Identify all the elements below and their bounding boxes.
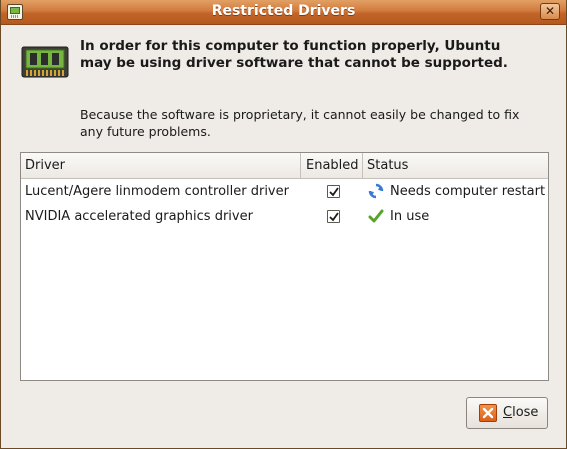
- table-header: Driver Enabled Status: [21, 153, 548, 179]
- close-icon: [479, 404, 497, 422]
- drivers-table: Driver Enabled Status Lucent/Agere linmo…: [20, 152, 549, 381]
- title-bar[interactable]: Restricted Drivers ✕: [1, 0, 566, 25]
- driver-status: Needs computer restart: [390, 184, 546, 199]
- driver-name: NVIDIA accelerated graphics driver: [25, 209, 253, 224]
- close-button[interactable]: Close: [466, 397, 548, 429]
- driver-status: In use: [390, 209, 430, 224]
- column-header-status[interactable]: Status: [363, 153, 548, 178]
- column-header-enabled[interactable]: Enabled: [301, 153, 363, 178]
- checkmark-icon: [368, 209, 384, 223]
- refresh-icon: [368, 183, 384, 199]
- column-header-driver[interactable]: Driver: [21, 153, 301, 178]
- driver-name: Lucent/Agere linmodem controller driver: [25, 184, 289, 199]
- table-row[interactable]: Lucent/Agere linmodem controller driver …: [21, 179, 548, 204]
- restricted-drivers-dialog: Restricted Drivers ✕ In order for this c…: [0, 0, 567, 449]
- window-close-button[interactable]: ✕: [540, 3, 560, 20]
- enabled-checkbox[interactable]: [327, 185, 340, 198]
- message-heading: In order for this computer to function p…: [80, 38, 508, 71]
- hardware-chip-icon: [21, 46, 69, 78]
- close-button-label: Close: [503, 405, 539, 420]
- message-body: Because the software is proprietary, it …: [80, 107, 520, 139]
- enabled-checkbox[interactable]: [327, 210, 340, 223]
- window-title: Restricted Drivers: [211, 3, 356, 19]
- table-row[interactable]: NVIDIA accelerated graphics driver In us…: [21, 204, 548, 229]
